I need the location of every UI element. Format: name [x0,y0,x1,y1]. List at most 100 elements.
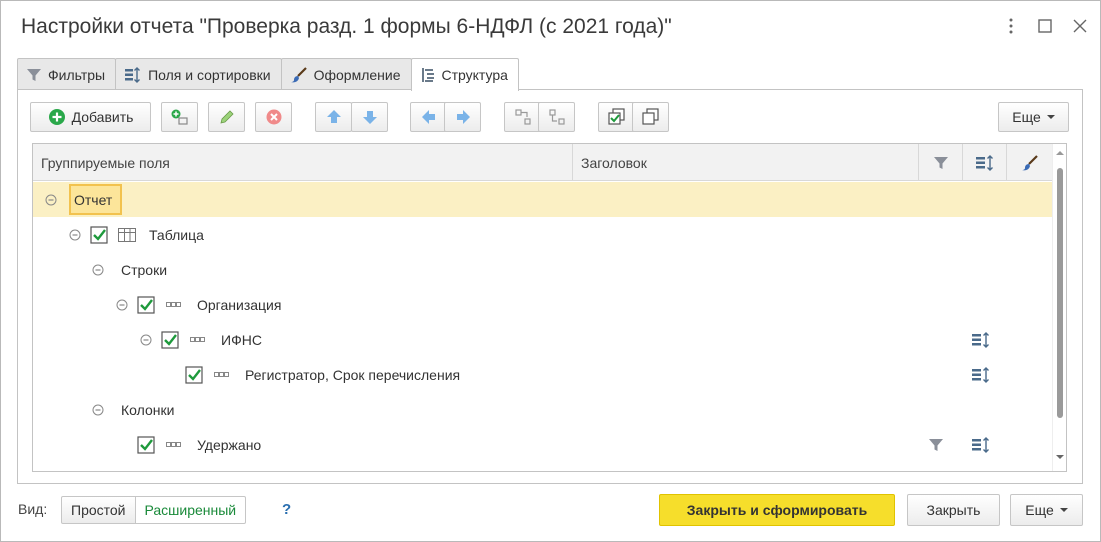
row-label: Строки [121,261,168,278]
arrow-left-icon [421,110,435,124]
move-up-button[interactable] [315,102,352,132]
column-header-sort[interactable] [963,144,1007,181]
collapse-icon[interactable] [91,392,105,427]
tree-header: Группируемые поля Заголовок [33,144,1053,181]
tree-row-registrar[interactable]: Регистратор, Срок перечисления [33,357,1053,392]
tab-structure[interactable]: Структура [410,58,519,91]
collapse-icon[interactable] [44,182,58,217]
column-header-caption[interactable]: Заголовок [573,144,919,181]
column-header-appearance[interactable] [1007,144,1053,181]
sort-setting-icon[interactable] [971,462,991,471]
filter-icon [27,68,41,81]
structure-tree: Группируемые поля Заголовок Отчет Таблиц… [32,143,1067,472]
ungroup-button[interactable] [538,102,575,132]
row-label: Организация [197,296,282,313]
move-down-button[interactable] [351,102,388,132]
sort-setting-icon[interactable] [971,322,991,357]
move-left-button[interactable] [410,102,447,132]
chevron-down-icon [1059,508,1068,512]
collapse-icon[interactable] [91,252,105,287]
filter-setting-icon[interactable] [928,462,944,471]
arrow-down-icon [362,111,377,124]
help-icon[interactable]: ? [282,501,291,518]
add-button-label: Добавить [71,109,134,125]
close-icon[interactable] [1067,13,1093,39]
add-grouping-button[interactable] [161,102,198,132]
tree-row-table[interactable]: Таблица [33,217,1053,252]
fields-sort-icon [125,66,141,83]
close-button[interactable]: Закрыть [907,494,1000,526]
checkbox-checked[interactable] [185,357,203,392]
footer-more-button[interactable]: Еще [1010,494,1083,526]
maximize-icon[interactable] [1032,13,1058,39]
checkbox-checked[interactable] [90,217,108,252]
table-icon [118,217,136,252]
window-title: Настройки отчета "Проверка разд. 1 формы… [21,15,672,38]
tab-label: Структура [441,67,508,83]
move-right-button[interactable] [444,102,481,132]
scroll-down-icon[interactable] [1053,452,1067,462]
grouping-icon [190,322,206,357]
report-cell-focused[interactable]: Отчет [69,184,122,215]
row-label: Регистратор, Срок перечисления [245,366,461,383]
more-options-icon[interactable] [998,13,1024,39]
collapse-icon[interactable] [68,217,82,252]
column-header-filter[interactable] [919,144,963,181]
add-icon [48,109,65,125]
arrow-up-icon [326,110,341,123]
add-button[interactable]: Добавить [30,102,151,132]
filter-icon [933,156,948,169]
uncheck-all-button[interactable] [632,102,669,132]
checkbox-checked[interactable] [137,427,155,462]
delete-button[interactable] [255,102,292,132]
footer-more-label: Еще [1025,502,1054,518]
scrollbar-thumb[interactable] [1057,168,1063,418]
tree-row-withheld[interactable]: Удержано [33,427,1053,462]
more-button[interactable]: Еще [998,102,1069,132]
row-label: Таблица [149,226,204,243]
close-button-label: Закрыть [926,502,981,518]
tree-row-ifns[interactable]: ИФНС [33,322,1053,357]
brush-icon [290,66,307,82]
tree-row-report[interactable]: Отчет [33,182,1053,217]
collapse-icon[interactable] [115,287,129,322]
scroll-up-icon[interactable] [1053,148,1067,158]
view-simple-button[interactable]: Простой [61,496,136,524]
view-extended-button[interactable]: Расширенный [135,496,247,524]
filter-setting-icon[interactable] [928,427,944,462]
tab-filters[interactable]: Фильтры [17,58,117,90]
tree-row-rows[interactable]: Строки [33,252,1053,287]
checkbox-checked[interactable] [161,322,179,357]
row-label: Колонки [121,401,175,418]
sort-setting-icon[interactable] [971,357,991,392]
checkbox-checked[interactable] [137,287,155,322]
view-mode-label: Вид: [18,501,48,517]
tree-row-columns[interactable]: Колонки [33,392,1053,427]
ungroup-icon [548,109,565,125]
vertical-scrollbar[interactable] [1052,144,1066,471]
column-header-fields[interactable]: Группируемые поля [33,144,573,181]
sort-setting-icon[interactable] [971,427,991,462]
row-label: ИФНС [221,331,262,348]
close-and-generate-button[interactable]: Закрыть и сформировать [659,494,895,526]
row-label: Отчет [74,191,113,208]
group-button[interactable] [504,102,541,132]
tree-row-partial[interactable] [33,462,1053,471]
tree-row-organization[interactable]: Организация [33,287,1053,322]
arrow-right-icon [456,110,470,124]
delete-icon [266,109,281,125]
tab-fields-sort[interactable]: Поля и сортировки [115,58,282,90]
row-label: Удержано [197,436,262,453]
check-all-icon [607,108,625,125]
tab-appearance[interactable]: Оформление [280,58,412,90]
edit-button[interactable] [208,102,245,132]
checkbox-checked[interactable] [137,462,155,471]
group-icon [514,109,531,125]
fields-sort-icon [975,154,993,171]
collapse-icon[interactable] [139,322,153,357]
check-all-button[interactable] [598,102,635,132]
tab-bar: Фильтры Поля и сортировки Оформление Стр… [17,58,519,91]
more-button-label: Еще [1012,109,1041,125]
add-grouping-icon [171,109,188,125]
grouping-icon [166,427,182,462]
